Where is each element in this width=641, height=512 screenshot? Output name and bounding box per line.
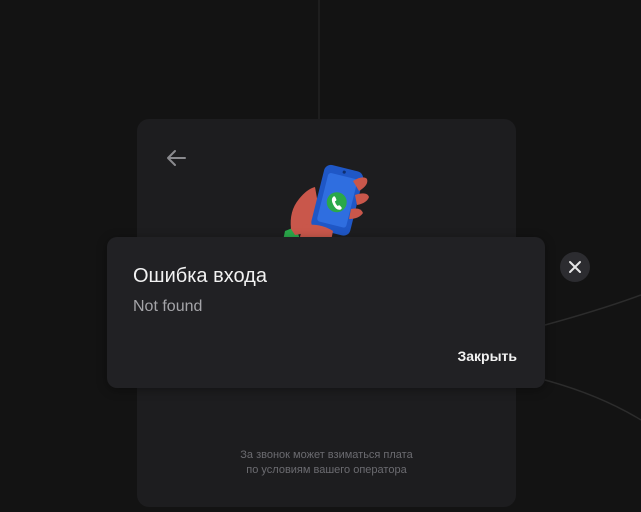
error-dialog: Ошибка входа Not found Закрыть xyxy=(107,237,545,388)
disclaimer-line-2: по условиям вашего оператора xyxy=(246,464,407,476)
disclaimer-line-1: За звонок может взиматься плата xyxy=(240,449,413,461)
close-icon xyxy=(569,261,581,273)
back-button[interactable] xyxy=(161,145,191,171)
charge-disclaimer: За звонок может взиматься плата по услов… xyxy=(137,448,516,478)
phone-call-illustration xyxy=(283,164,369,241)
arrow-left-icon xyxy=(167,150,186,166)
screen: За звонок может взиматься плата по услов… xyxy=(0,0,641,512)
close-dialog-button[interactable]: Закрыть xyxy=(457,347,517,365)
dialog-title: Ошибка входа xyxy=(133,265,267,287)
dialog-message: Not found xyxy=(133,298,203,315)
close-x-button[interactable] xyxy=(560,252,590,282)
